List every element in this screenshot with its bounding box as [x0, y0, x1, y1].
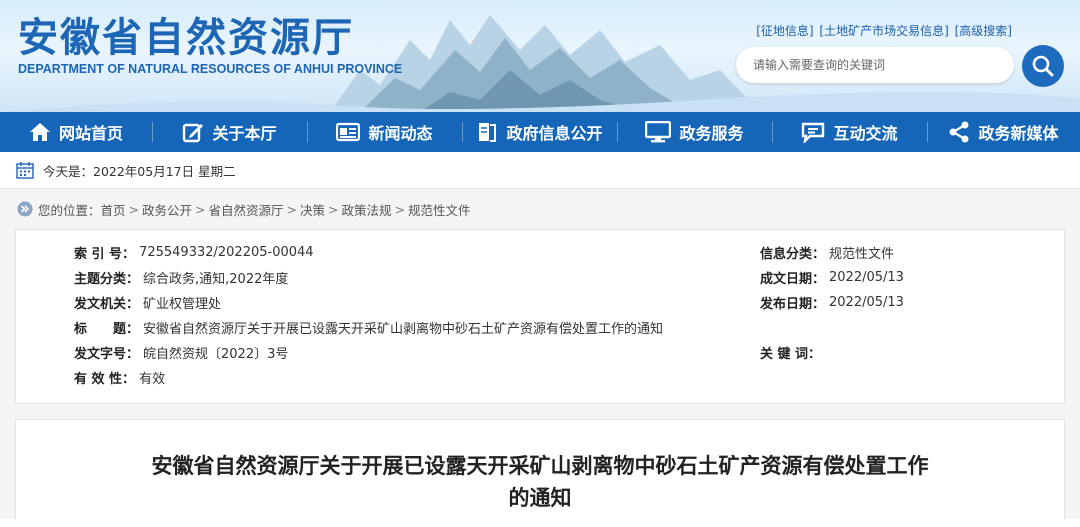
breadcrumb-separator: >: [195, 201, 206, 217]
double-chevron-icon: [17, 201, 33, 217]
breadcrumb-decision[interactable]: 决策: [300, 200, 325, 219]
meta-issuer: 发文机关： 矿业权管理处: [74, 292, 221, 312]
nav-item-interaction[interactable]: 互动交流: [772, 112, 927, 152]
search-icon: [1032, 55, 1054, 77]
meta-published: 发布日期： 2022/05/13: [760, 292, 904, 312]
meta-label: 关 键 词：: [760, 346, 822, 362]
meta-label: 主题分类：: [74, 271, 140, 287]
meta-keywords: 关 键 词：: [760, 342, 825, 362]
chat-icon: [802, 122, 825, 143]
meta-docno: 发文字号： 皖自然资规〔2022〕3号: [74, 342, 288, 362]
nav-item-gov-info[interactable]: 政府信息公开: [462, 112, 617, 152]
meta-value: 规范性文件: [829, 246, 895, 262]
article-panel: 安徽省自然资源厅关于开展已设露天开采矿山剥离物中砂石土矿产资源有偿处置工作 的通…: [15, 419, 1065, 519]
meta-category: 信息分类： 规范性文件: [760, 242, 894, 262]
meta-label: 有 效 性：: [74, 371, 136, 387]
meta-value: 皖自然资规〔2022〕3号: [143, 346, 289, 362]
meta-label: 索 引 号：: [74, 246, 136, 262]
meta-value: 安徽省自然资源厅关于开展已设露天开采矿山剥离物中砂石土矿产资源有偿处置工作的通知: [143, 321, 664, 337]
breadcrumb-prefix: 您的位置：: [38, 202, 101, 218]
nav-item-about[interactable]: 关于本厅: [152, 112, 307, 152]
meta-value: 2022/05/13: [829, 269, 904, 285]
breadcrumb-gov-affairs[interactable]: 政务公开: [142, 200, 192, 219]
site-title-cn: 安徽省自然资源厅: [18, 14, 354, 61]
breadcrumb-separator: >: [328, 201, 339, 217]
nav-label: 政府信息公开: [506, 124, 603, 143]
nav-label: 网站首页: [58, 124, 123, 143]
meta-label: 信息分类：: [760, 246, 826, 262]
meta-value: 综合政务,通知,2022年度: [143, 271, 289, 287]
breadcrumb: 您的位置： 首页 > 政务公开 > 省自然资源厅 > 决策 > 政策法规 > 规范性文件: [0, 189, 1080, 229]
meta-label: 发布日期：: [760, 296, 826, 312]
date-bar: 今天是：2022年05月17日 星期二: [0, 152, 1080, 189]
site-title-en: DEPARTMENT OF NATURAL RESOURCES OF ANHUI…: [18, 62, 403, 76]
monitor-icon: [645, 121, 672, 143]
nav-label: 政务新媒体: [978, 124, 1059, 143]
breadcrumb-separator: >: [128, 201, 140, 217]
meta-value: 矿业权管理处: [143, 296, 222, 312]
meta-value: 有效: [139, 371, 166, 387]
meta-value: 725549332/202205-00044: [139, 244, 314, 260]
meta-label: 发文字号：: [74, 346, 140, 362]
nav-label: 关于本厅: [212, 124, 277, 143]
today-date: 今天是：2022年05月17日 星期二: [43, 163, 236, 179]
nav-item-news[interactable]: 新闻动态: [307, 112, 462, 152]
nav-item-services[interactable]: 政务服务: [617, 112, 772, 152]
top-links: [征地信息] [土地矿产市场交易信息] [高级搜索]: [754, 22, 1012, 39]
nav-item-home[interactable]: 网站首页: [0, 112, 152, 152]
meta-validity: 有 效 性： 有效: [74, 367, 165, 387]
top-link-advanced-search[interactable]: [高级搜索]: [955, 24, 1012, 38]
meta-title: 标 题： 安徽省自然资源厅关于开展已设露天开采矿山剥离物中砂石土矿产资源有偿处置…: [74, 317, 663, 337]
breadcrumb-normative-docs[interactable]: 规范性文件: [408, 200, 471, 219]
document-meta-table: 索 引 号： 725549332/202205-00044 信息分类： 规范性文…: [15, 229, 1065, 404]
share-icon: [949, 121, 969, 143]
breadcrumb-separator: >: [286, 201, 298, 217]
top-link-market-trade[interactable]: [土地矿产市场交易信息]: [819, 24, 948, 38]
edit-icon: [183, 123, 204, 143]
site-logo[interactable]: 安徽省自然资源厅 DEPARTMENT OF NATURAL RESOURCES…: [18, 14, 403, 77]
search-button[interactable]: [1022, 45, 1064, 87]
calendar-icon: [16, 162, 34, 179]
breadcrumb-separator: >: [394, 201, 406, 217]
article-title-line2: 的通知: [508, 486, 572, 510]
meta-topic: 主题分类： 综合政务,通知,2022年度: [74, 267, 288, 287]
article-title-line1: 安徽省自然资源厅关于开展已设露天开采矿山剥离物中砂石土矿产资源有偿处置工作: [151, 454, 929, 478]
top-link-land-acquisition[interactable]: [征地信息]: [756, 24, 813, 38]
meta-created: 成文日期： 2022/05/13: [760, 267, 904, 287]
article-title: 安徽省自然资源厅关于开展已设露天开采矿山剥离物中砂石土矿产资源有偿处置工作 的通…: [16, 450, 1064, 514]
home-icon: [29, 123, 50, 141]
meta-label: 发文机关：: [74, 296, 140, 312]
nav-label: 新闻动态: [368, 124, 433, 143]
meta-label: 成文日期：: [760, 271, 826, 287]
meta-index: 索 引 号： 725549332/202205-00044: [74, 242, 314, 262]
search-box: [736, 47, 1014, 83]
content-area: 索 引 号： 725549332/202205-00044 信息分类： 规范性文…: [0, 229, 1080, 519]
breadcrumb-policy[interactable]: 政策法规: [342, 200, 392, 219]
search-input[interactable]: [736, 47, 1014, 83]
meta-value: 2022/05/13: [829, 294, 904, 310]
nav-item-new-media[interactable]: 政务新媒体: [927, 112, 1080, 152]
breadcrumb-department[interactable]: 省自然资源厅: [209, 200, 284, 219]
site-header: 安徽省自然资源厅 DEPARTMENT OF NATURAL RESOURCES…: [0, 0, 1080, 112]
document-icon: [479, 123, 497, 142]
breadcrumb-home[interactable]: 首页: [101, 200, 126, 219]
nav-label: 互动交流: [833, 124, 898, 143]
main-nav: 网站首页 关于本厅 新闻动态 政府信息公开 政务服务 互动交流 政务新媒体: [0, 112, 1080, 152]
news-icon: [336, 122, 361, 142]
nav-label: 政务服务: [679, 124, 744, 143]
meta-label: 标 题：: [74, 321, 140, 337]
